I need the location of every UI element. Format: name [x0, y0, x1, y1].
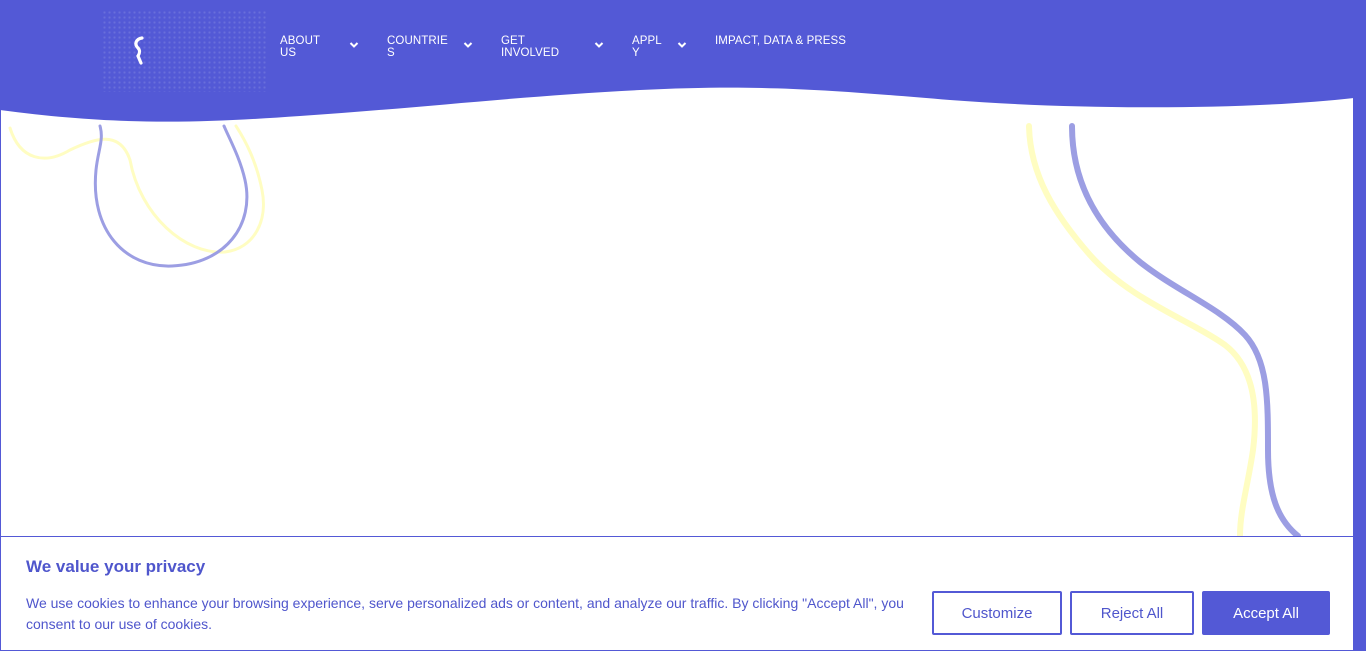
chevron-down-icon: [349, 42, 359, 48]
main-nav: ABOUT US COUNTRIE S GET INVOLVED APPL Y …: [0, 0, 1354, 100]
consent-text: We use cookies to enhance your browsing …: [26, 595, 904, 632]
yellow-curve-left: [8, 124, 265, 254]
accept-all-button[interactable]: Accept All: [1202, 591, 1330, 635]
chevron-down-icon: [677, 42, 687, 48]
nav-item-label: APPL Y: [632, 35, 662, 59]
reject-all-button[interactable]: Reject All: [1070, 591, 1194, 635]
chevron-down-icon: [594, 42, 604, 48]
nav-item-label: GET INVOLVED: [501, 35, 560, 59]
customize-button[interactable]: Customize: [932, 591, 1062, 635]
right-edge-strip: [1353, 0, 1366, 651]
nav-item-label: ABOUT US: [280, 35, 321, 59]
nav-item-label: COUNTRIE S: [387, 35, 448, 59]
yellow-curve-right: [1026, 123, 1258, 539]
consent-title: We value your privacy: [26, 557, 206, 576]
lavender-curve-right: [1069, 123, 1301, 539]
nav-item-label: IMPACT, DATA & PRESS: [715, 35, 847, 47]
chevron-down-icon: [463, 42, 473, 48]
nav-item-countries[interactable]: COUNTRIE S: [387, 35, 473, 59]
nav-item-about-us[interactable]: ABOUT US: [280, 35, 359, 59]
lavender-curve-left: [93, 124, 249, 268]
cookie-consent-banner: We value your privacy We use cookies to …: [0, 536, 1354, 651]
nav-item-get-involved[interactable]: GET INVOLVED: [501, 35, 604, 59]
nav-item-impact-data-press[interactable]: IMPACT, DATA & PRESS: [715, 35, 846, 47]
nav-item-apply[interactable]: APPL Y: [632, 35, 687, 59]
page: ABOUT US COUNTRIE S GET INVOLVED APPL Y …: [0, 0, 1366, 651]
